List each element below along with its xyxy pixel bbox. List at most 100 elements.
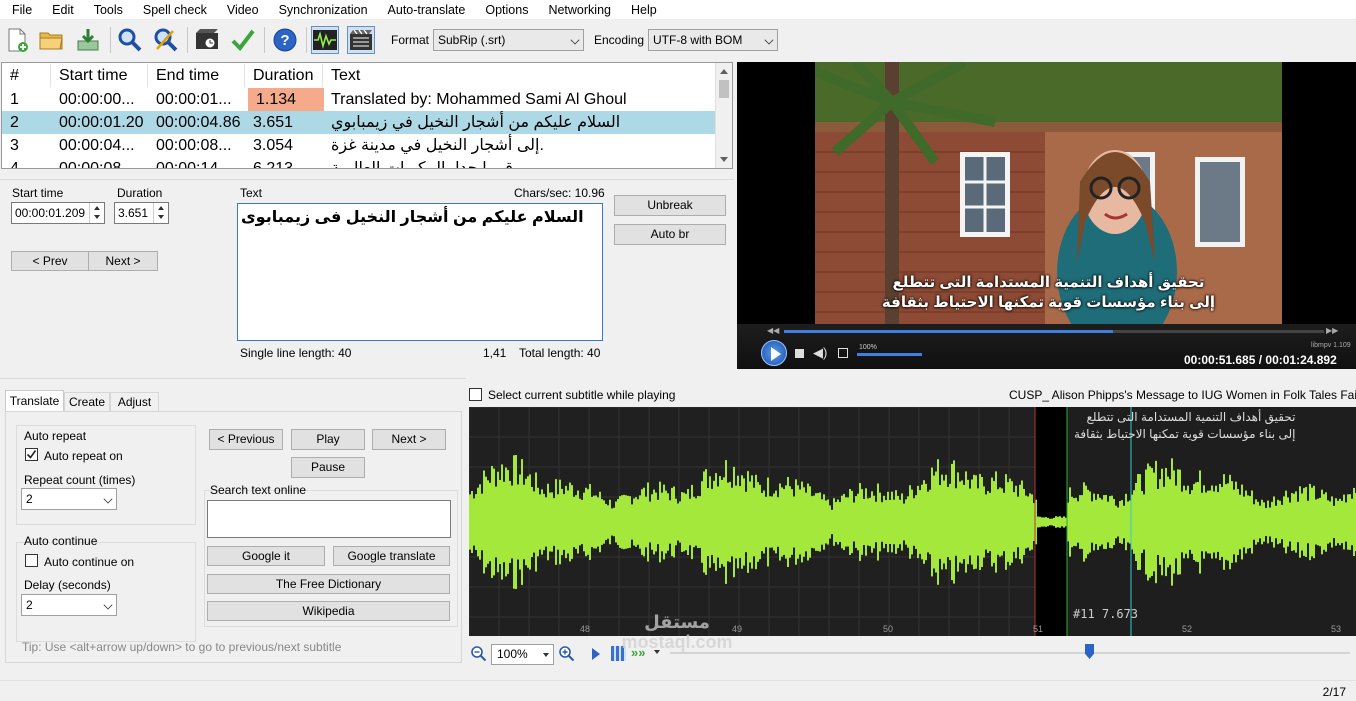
encoding-label: Encoding <box>594 33 645 47</box>
play-icon[interactable] <box>761 340 787 366</box>
spell-check-icon[interactable] <box>229 26 257 54</box>
waveform-subtitle-text: تحقيق أهداف التنمية المستدامة التى تتطلع… <box>1074 409 1295 443</box>
chevron-down-icon <box>764 35 774 45</box>
spinner-arrows-icon[interactable] <box>153 203 168 223</box>
replace-icon[interactable] <box>152 26 180 54</box>
position-slider-thumb[interactable] <box>1085 644 1094 659</box>
header-duration[interactable]: Duration <box>245 64 323 87</box>
volume-icon[interactable]: ◀) <box>813 345 827 361</box>
table-row[interactable]: 4 00:00:08 00:00:14 6.213 قريبا جدا، الم… <box>2 157 716 169</box>
subtitle-grid: # Start time End time Duration Text 1 00… <box>1 62 733 169</box>
previous-button[interactable]: < Previous <box>209 429 283 450</box>
google-it-button[interactable]: Google it <box>207 546 325 566</box>
row-duration: 6.213 <box>253 160 294 169</box>
row-start: 00:00:00... <box>59 91 135 108</box>
header-number[interactable]: # <box>2 64 51 87</box>
repeat-count-value: 2 <box>26 492 33 506</box>
menu-tools[interactable]: Tools <box>82 0 131 19</box>
auto-repeat-checkbox[interactable] <box>25 448 38 461</box>
menu-options[interactable]: Options <box>473 0 536 19</box>
unbreak-button[interactable]: Unbreak <box>614 195 726 216</box>
video-frame[interactable]: تحقيق أهداف التنمية المستدامة التى تتطلع… <box>815 62 1282 324</box>
help-icon[interactable]: ? <box>271 26 299 54</box>
menu-help[interactable]: Help <box>619 0 665 19</box>
zoom-in-icon[interactable] <box>558 645 576 663</box>
save-icon[interactable] <box>74 26 102 54</box>
audio-waveform[interactable]: تحقيق أهداف التنمية المستدامة التى تتطلع… <box>469 407 1356 636</box>
tab-translate[interactable]: Translate <box>5 390 64 412</box>
subtitle-text-value: السلام عليكم من أشجار النخيل فى زيمبابوى <box>241 209 584 226</box>
table-row[interactable]: 3 00:00:04... 00:00:08... 3.054 إلى أشجا… <box>2 134 716 157</box>
subtitle-text-editor[interactable]: السلام عليكم من أشجار النخيل فى زيمبابوى <box>237 203 603 341</box>
start-time-input[interactable]: 00:00:01.209 <box>11 202 105 224</box>
auto-continue-checkbox[interactable] <box>25 554 38 567</box>
zoom-select[interactable]: 100% <box>491 644 554 665</box>
status-page-counter: 2/17 <box>1322 685 1346 699</box>
table-row-selected[interactable]: 2 00:00:01.20 00:00:04.86 3.651 السلام ع… <box>2 111 716 134</box>
row-text: السلام عليكم من أشجار النخيل في زيمبابوي <box>331 114 621 131</box>
auto-br-button[interactable]: Auto br <box>614 224 726 245</box>
header-text[interactable]: Text <box>323 64 716 87</box>
next-sub-button[interactable]: Next > <box>372 429 446 450</box>
repeat-count-select[interactable]: 2 <box>21 488 117 510</box>
visual-sync-icon[interactable] <box>193 26 221 54</box>
duration-value: 3.651 <box>118 206 149 220</box>
seek-bar[interactable] <box>784 330 1324 333</box>
encoding-value: UTF-8 with BOM <box>653 33 743 47</box>
row-duration: 3.054 <box>253 137 294 154</box>
stop-icon[interactable] <box>795 349 804 358</box>
pause-button[interactable]: Pause <box>291 457 365 478</box>
fullscreen-icon[interactable] <box>838 348 848 358</box>
menu-synchronization[interactable]: Synchronization <box>267 0 376 19</box>
free-dictionary-button[interactable]: The Free Dictionary <box>207 574 450 594</box>
format-select[interactable]: SubRip (.srt) <box>433 29 584 51</box>
zoom-out-icon[interactable] <box>470 645 488 663</box>
spinner-arrows-icon[interactable] <box>89 203 104 223</box>
prev-button[interactable]: < Prev <box>11 251 89 271</box>
timeline-tick: 52 <box>1182 624 1193 634</box>
delay-select[interactable]: 2 <box>21 594 117 616</box>
video-toggle-icon[interactable] <box>347 26 375 54</box>
duration-input[interactable]: 3.651 <box>114 202 169 224</box>
open-folder-icon[interactable] <box>37 26 65 54</box>
menu-video[interactable]: Video <box>215 0 267 19</box>
seek-forward-icon[interactable]: ▶▶ <box>1326 326 1338 335</box>
header-end-time[interactable]: End time <box>148 64 245 87</box>
tab-create[interactable]: Create <box>64 392 110 412</box>
video-time: 00:00:51.685 / 00:01:24.892 <box>1184 353 1337 367</box>
tab-adjust[interactable]: Adjust <box>110 392 159 412</box>
translate-panel: Auto repeat Auto repeat on Repeat count … <box>5 411 462 663</box>
seek-back-icon[interactable]: ◀◀ <box>767 326 779 335</box>
select-current-checkbox[interactable] <box>469 388 482 401</box>
video-subtitle-overlay: تحقيق أهداف التنمية المستدامة التى تتطلع… <box>815 273 1282 313</box>
row-end: 00:00:08... <box>156 137 232 154</box>
volume-slider[interactable] <box>857 353 922 356</box>
play-button[interactable]: Play <box>291 429 365 450</box>
row-text: Translated by: Mohammed Sami Al Ghoul <box>331 91 627 108</box>
delay-value: 2 <box>26 598 33 612</box>
grid-scrollbar[interactable] <box>715 63 732 168</box>
find-icon[interactable] <box>116 26 144 54</box>
video-player: تحقيق أهداف التنمية المستدامة التى تتطلع… <box>737 62 1356 369</box>
search-text-input[interactable] <box>207 500 451 538</box>
wikipedia-button[interactable]: Wikipedia <box>207 601 450 621</box>
encoding-select[interactable]: UTF-8 with BOM <box>648 29 778 51</box>
menu-networking[interactable]: Networking <box>536 0 619 19</box>
chars-per-sec: Chars/sec: 10.96 <box>514 186 605 200</box>
menu-edit[interactable]: Edit <box>40 0 82 19</box>
table-row[interactable]: 1 00:00:00... 00:00:01... 1.134 Translat… <box>2 88 716 111</box>
single-line-length: Single line length: 40 <box>240 346 352 360</box>
new-file-icon[interactable] <box>3 26 31 54</box>
menu-spell-check[interactable]: Spell check <box>131 0 215 19</box>
waveform-subtitle-line2: إلى بناء مؤسسات قوية تمكنها الاحتياط بثق… <box>1074 427 1296 441</box>
menu-auto-translate[interactable]: Auto-translate <box>376 0 474 19</box>
search-online-title: Search text online <box>210 483 307 497</box>
header-start-time[interactable]: Start time <box>51 64 148 87</box>
google-translate-button[interactable]: Google translate <box>333 546 450 566</box>
position-track[interactable] <box>670 652 1350 654</box>
timeline-tick: 50 <box>883 624 894 634</box>
player-controls: ◀◀ ▶▶ ◀) 100% libmpv 1.109 00:00:51.685 … <box>737 324 1356 369</box>
waveform-toggle-icon[interactable] <box>311 26 339 54</box>
menu-file[interactable]: File <box>0 0 40 19</box>
next-button[interactable]: Next > <box>88 251 158 271</box>
